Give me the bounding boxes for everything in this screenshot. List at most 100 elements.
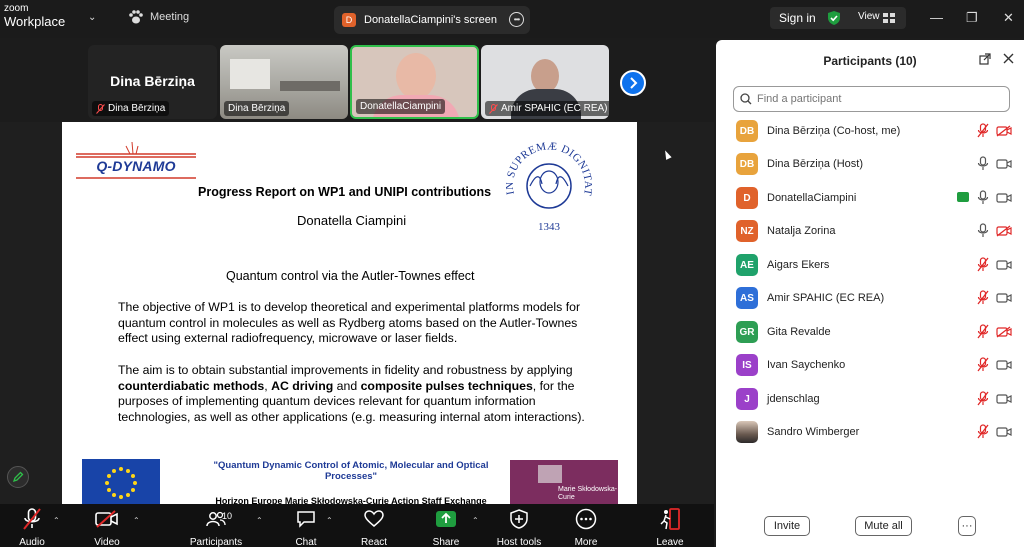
- participants-button[interactable]: 10 Participants: [186, 507, 246, 547]
- eu-stars: [105, 467, 137, 499]
- participant-search-input[interactable]: [757, 93, 987, 105]
- participant-row[interactable]: Sandro Wimberger: [716, 417, 1024, 450]
- shield-check-icon[interactable]: [827, 10, 841, 26]
- react-button[interactable]: React: [344, 507, 404, 547]
- participant-avatar: NZ: [736, 220, 758, 242]
- meeting-toolbar: Audio ⌃ Video ⌃ 10 Participants ⌃ Chat ⌃…: [0, 504, 714, 547]
- video-icon[interactable]: [996, 259, 1012, 271]
- video-button[interactable]: Video: [77, 507, 137, 547]
- video-tile-donatella[interactable]: DonatellaCiampini: [350, 45, 479, 119]
- more-options-icon[interactable]: •••: [509, 12, 524, 27]
- leave-button[interactable]: Leave: [640, 507, 700, 547]
- mic-muted-icon[interactable]: [977, 324, 989, 339]
- video-tile-dina-1[interactable]: Dina Bērziņa Dina Bērziņa: [88, 45, 217, 119]
- slide-author: Donatella Ciampini: [297, 213, 407, 228]
- more-button[interactable]: More: [556, 507, 616, 547]
- video-thumbnail-strip: Dina Bērziņa Dina Bērziņa Dina Bērziņa D…: [0, 38, 714, 122]
- video-tile-amir[interactable]: Amir SPAHIC (EC REA): [481, 45, 609, 119]
- annotate-button[interactable]: [7, 466, 29, 488]
- mic-muted-icon: [96, 103, 105, 114]
- video-tile-dina-2[interactable]: Dina Bērziņa: [220, 45, 348, 119]
- participant-avatar: IS: [736, 354, 758, 376]
- grid-view-icon[interactable]: [883, 13, 895, 23]
- presentation-slide: Q-DYNAMO Progress Report on WP1 and UNIP…: [62, 122, 637, 504]
- panel-header-actions: [979, 53, 1014, 65]
- participants-options-caret[interactable]: ⌃: [256, 516, 263, 525]
- video-icon[interactable]: [996, 292, 1012, 304]
- participant-avatar: D: [736, 187, 758, 209]
- participant-row[interactable]: GR Gita Revalde: [716, 317, 1024, 350]
- screen-share-tab[interactable]: D DonatellaCiampini's screen •••: [334, 6, 530, 34]
- more-icon: [575, 508, 597, 530]
- sign-in-button[interactable]: Sign in: [770, 11, 816, 25]
- mic-muted-icon[interactable]: [977, 391, 989, 406]
- mic-muted-icon: [23, 508, 41, 530]
- video-icon[interactable]: [996, 393, 1012, 405]
- mute-all-button[interactable]: Mute all: [855, 516, 912, 536]
- video-icon[interactable]: [996, 426, 1012, 438]
- host-tools-button[interactable]: Host tools: [489, 507, 549, 547]
- chevron-down-icon[interactable]: ⌄: [88, 12, 96, 23]
- mic-icon[interactable]: [977, 223, 989, 238]
- mic-muted-icon[interactable]: [977, 123, 989, 138]
- room-table: [280, 81, 340, 91]
- video-off-icon[interactable]: [996, 225, 1012, 237]
- shared-screen-area[interactable]: Q-DYNAMO Progress Report on WP1 and UNIP…: [0, 122, 714, 504]
- restore-icon[interactable]: ❐: [966, 10, 978, 26]
- audio-options-caret[interactable]: ⌃: [53, 516, 60, 525]
- share-button[interactable]: Share: [416, 507, 476, 547]
- mic-icon[interactable]: [977, 190, 989, 205]
- chat-options-caret[interactable]: ⌃: [326, 516, 333, 525]
- share-screen-icon: [436, 511, 456, 527]
- participant-search[interactable]: [733, 86, 1010, 112]
- mic-muted-icon[interactable]: [977, 290, 989, 305]
- participant-row[interactable]: AS Amir SPAHIC (EC REA): [716, 283, 1024, 316]
- participant-row[interactable]: IS Ivan Saychenko: [716, 350, 1024, 383]
- participant-name: Dina Bērziņa (Co-host, me): [767, 125, 901, 137]
- close-icon[interactable]: ✕: [1003, 10, 1014, 26]
- svg-text:IN SUPREMÆ DIGNITATIS: IN SUPREMÆ DIGNITATIS: [506, 134, 592, 197]
- invite-button[interactable]: Invite: [764, 516, 810, 536]
- minimize-icon[interactable]: —: [930, 10, 943, 25]
- video-icon[interactable]: [996, 192, 1012, 204]
- mic-muted-icon: [489, 103, 498, 114]
- pop-out-icon[interactable]: [979, 53, 991, 65]
- tile-name-label: Dina Bērziņa: [92, 101, 170, 116]
- participant-row[interactable]: AE Aigars Ekers: [716, 250, 1024, 283]
- video-off-icon[interactable]: [996, 125, 1012, 137]
- close-panel-icon[interactable]: [1003, 53, 1014, 64]
- more-options-button[interactable]: ···: [958, 516, 976, 536]
- pencil-icon: [12, 471, 24, 483]
- video-options-caret[interactable]: ⌃: [133, 516, 140, 525]
- audio-button[interactable]: Audio: [2, 507, 62, 547]
- mic-muted-icon[interactable]: [977, 257, 989, 272]
- participant-row[interactable]: DB Dina Bērziņa (Host): [716, 149, 1024, 182]
- ec-emblem: [538, 465, 562, 483]
- mic-muted-icon[interactable]: [977, 357, 989, 372]
- meeting-menu-button[interactable]: Meeting: [128, 10, 189, 24]
- participant-avatar: DB: [736, 153, 758, 175]
- q-dynamo-logo: Q-DYNAMO: [76, 138, 196, 182]
- paw-icon: [129, 10, 143, 24]
- meeting-label: Meeting: [150, 11, 190, 23]
- mic-icon[interactable]: [977, 156, 989, 171]
- participant-row[interactable]: J jdenschlag: [716, 384, 1024, 417]
- participant-name: Gita Revalde: [767, 326, 831, 338]
- share-tab-label: DonatellaCiampini's screen: [364, 14, 497, 26]
- participant-row[interactable]: NZ Natalja Zorina: [716, 216, 1024, 249]
- video-icon[interactable]: [996, 359, 1012, 371]
- view-button[interactable]: View: [858, 11, 880, 22]
- participant-avatar: AE: [736, 254, 758, 276]
- video-icon[interactable]: [996, 158, 1012, 170]
- video-off-icon[interactable]: [996, 326, 1012, 338]
- tile-name-label: Amir SPAHIC (EC REA): [485, 101, 609, 116]
- share-options-caret[interactable]: ⌃: [472, 516, 479, 525]
- participant-row[interactable]: DB Dina Bērziņa (Co-host, me): [716, 116, 1024, 149]
- leave-icon: [660, 508, 680, 530]
- zoom-app-window: zoom Workplace ⌄ Meeting D DonatellaCiam…: [0, 0, 1024, 547]
- next-page-button[interactable]: [620, 70, 646, 96]
- participant-name: Natalja Zorina: [767, 225, 836, 237]
- mic-muted-icon[interactable]: [977, 424, 989, 439]
- participant-row[interactable]: D DonatellaCiampini: [716, 183, 1024, 216]
- chat-button[interactable]: Chat: [276, 507, 336, 547]
